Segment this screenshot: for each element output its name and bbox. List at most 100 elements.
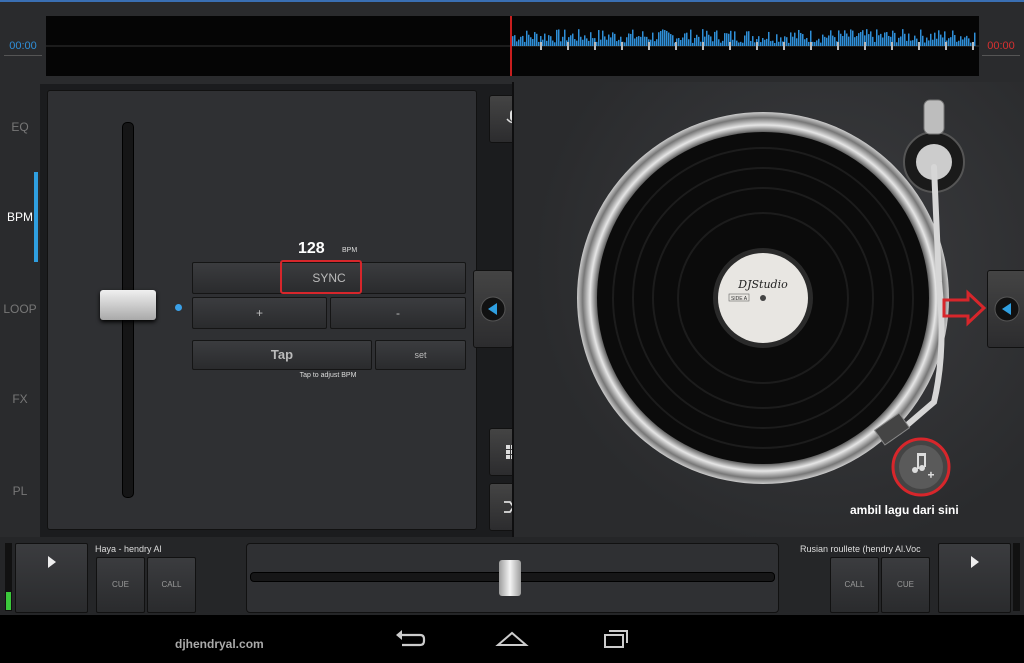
set-button[interactable]: set: [375, 340, 466, 370]
waveform-bar-mark: [530, 37, 532, 46]
waveform-bar-mark: [686, 32, 688, 46]
bpm-plus-button[interactable]: +: [192, 297, 327, 329]
waveform-bar-mark: [960, 36, 962, 46]
recent-apps-icon[interactable]: [598, 623, 634, 653]
waveform-bar: 00:00 00:00: [0, 0, 1024, 84]
waveform-bar-mark: [860, 31, 862, 46]
waveform-bar-mark: [924, 42, 926, 46]
waveform-bar-mark: [680, 39, 682, 46]
back-icon[interactable]: [392, 623, 428, 653]
waveform-bar-mark: [758, 36, 760, 46]
waveform-bar-mark: [904, 33, 906, 46]
waveform-bar-mark: [650, 39, 652, 46]
waveform-bar-mark: [666, 30, 668, 46]
right-play-button[interactable]: [938, 543, 1011, 613]
waveform-bar-mark: [966, 35, 968, 46]
pitch-slider-knob[interactable]: [100, 290, 156, 320]
waveform-bar-mark: [724, 33, 726, 46]
waveform-bar-mark: [814, 42, 816, 46]
right-panel-expand-button[interactable]: [987, 270, 1024, 348]
tab-fx[interactable]: FX: [0, 392, 40, 406]
waveform-bar-mark: [596, 41, 598, 46]
waveform-bar-mark: [968, 38, 970, 46]
waveform-bar-mark: [542, 39, 544, 46]
waveform-bar-mark: [576, 40, 578, 46]
waveform-bar-mark: [570, 35, 572, 46]
waveform-bar-mark: [940, 34, 942, 46]
waveform-bar-mark: [546, 40, 548, 46]
play-icon: [48, 556, 56, 568]
tab-pl[interactable]: PL: [0, 484, 40, 498]
waveform-bar-mark: [716, 30, 718, 46]
waveform-bar-mark: [822, 34, 824, 46]
waveform-bar-mark: [828, 35, 830, 46]
waveform-bar-mark: [884, 32, 886, 46]
waveform-bar-mark: [832, 35, 834, 46]
waveform-bar-mark: [658, 32, 660, 46]
waveform-graph: [46, 29, 979, 50]
beat-marker: [864, 42, 866, 50]
tap-button[interactable]: Tap: [192, 340, 372, 370]
waveform-bar-mark: [910, 40, 912, 46]
right-cue-button[interactable]: CUE: [881, 557, 930, 613]
waveform-bar-mark: [850, 29, 852, 46]
crossfader-knob[interactable]: [499, 560, 521, 596]
beat-marker: [918, 42, 920, 50]
tab-eq[interactable]: EQ: [0, 120, 40, 134]
waveform-bar-mark: [900, 36, 902, 46]
bpm-minus-button[interactable]: -: [330, 297, 466, 329]
waveform-bar-mark: [854, 37, 856, 46]
playhead-marker[interactable]: [510, 16, 512, 76]
turntable[interactable]: DJStudio SIDE A: [514, 82, 1024, 537]
waveform-bar-mark: [734, 31, 736, 46]
tap-label: Tap: [270, 347, 294, 362]
waveform-bar-mark: [528, 34, 530, 46]
left-level-fill: [6, 592, 11, 610]
waveform-bar-mark: [640, 36, 642, 46]
waveform-bar-mark: [812, 41, 814, 46]
waveform-bar-mark: [672, 35, 674, 46]
waveform-bar-mark: [844, 30, 846, 46]
waveform-bar-mark: [600, 39, 602, 46]
waveform-bar-mark: [682, 37, 684, 46]
waveform-display[interactable]: [46, 16, 979, 76]
waveform-bar-mark: [932, 39, 934, 46]
tab-loop[interactable]: LOOP: [0, 302, 40, 316]
waveform-bar-mark: [928, 40, 930, 46]
left-cue-button[interactable]: CUE: [96, 557, 145, 613]
beat-marker: [891, 42, 893, 50]
waveform-bar-mark: [774, 42, 776, 46]
waveform-bar-mark: [708, 34, 710, 46]
waveform-bar-mark: [852, 30, 854, 46]
waveform-bar-mark: [554, 42, 556, 46]
waveform-bar-mark: [894, 32, 896, 46]
waveform-bar-mark: [736, 40, 738, 46]
waveform-bar-mark: [604, 36, 606, 46]
beat-marker: [810, 42, 812, 50]
waveform-bar-mark: [626, 37, 628, 46]
waveform-bar-mark: [696, 34, 698, 46]
waveform-bar-mark: [796, 38, 798, 46]
waveform-bar-mark: [684, 33, 686, 46]
left-panel-collapse-button[interactable]: [473, 270, 513, 348]
waveform-bar-mark: [598, 30, 600, 46]
left-call-button[interactable]: CALL: [147, 557, 196, 613]
waveform-bar-mark: [692, 42, 694, 46]
waveform-bar-mark: [556, 29, 558, 46]
right-call-button[interactable]: CALL: [830, 557, 879, 613]
waveform-bar-mark: [826, 37, 828, 46]
time-remaining: 00:00: [982, 40, 1020, 56]
waveform-bar-mark: [820, 42, 822, 46]
annotation-caption: ambil lagu dari sini: [850, 503, 959, 517]
waveform-bar-mark: [612, 32, 614, 46]
waveform-bar-mark: [516, 41, 518, 46]
active-tab-indicator: [34, 172, 38, 262]
waveform-bar-mark: [732, 39, 734, 46]
home-icon[interactable]: [494, 623, 530, 653]
waveform-bar-mark: [704, 36, 706, 46]
left-play-button[interactable]: [15, 543, 88, 613]
waveform-bar-mark: [802, 34, 804, 46]
waveform-bar-mark: [520, 36, 522, 46]
left-track-title: Haya - hendry Al: [95, 544, 162, 554]
waveform-bar-mark: [934, 32, 936, 46]
